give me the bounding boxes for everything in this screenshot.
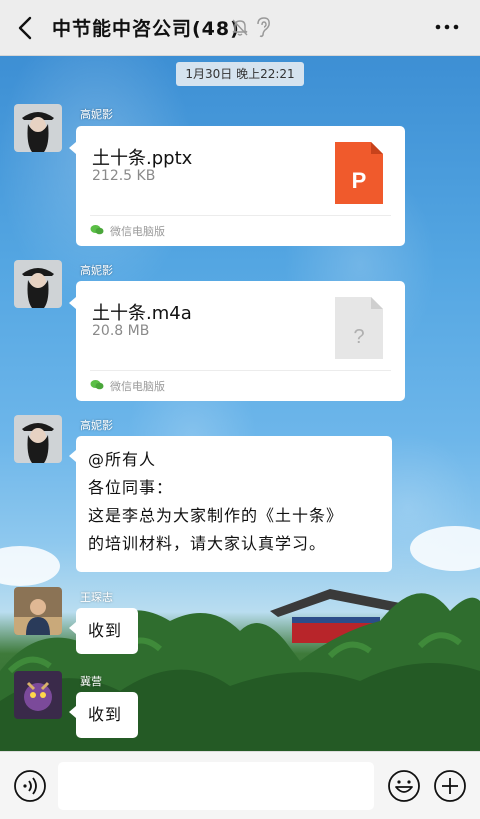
text-message-bubble[interactable]: 收到 — [69, 692, 138, 738]
sender-avatar[interactable] — [14, 104, 62, 152]
file-size: 20.8 MB — [92, 323, 150, 339]
message-input[interactable] — [58, 762, 374, 810]
sender-name: 高妮影 — [80, 264, 113, 277]
powerpoint-file-icon: P — [335, 142, 383, 204]
bell-muted-icon — [232, 19, 248, 36]
message-text: 收到 — [88, 621, 123, 640]
emoji-icon[interactable] — [387, 769, 421, 803]
wechat-icon — [90, 380, 104, 390]
divider — [90, 215, 391, 216]
file-name: 土十条.m4a — [92, 303, 192, 324]
sender-avatar[interactable] — [14, 671, 62, 719]
voice-icon[interactable] — [13, 769, 47, 803]
avatar-image — [14, 415, 62, 463]
plus-icon[interactable] — [433, 769, 467, 803]
message-text: @所有人 各位同事： 这是李总为大家制作的《土十条》 的培训材料，请大家认真学习… — [88, 450, 344, 553]
chat-title: 中节能中咨公司(48) — [52, 18, 240, 40]
wechat-icon — [90, 225, 104, 235]
avatar-image — [14, 587, 62, 635]
message-text: 收到 — [88, 705, 123, 724]
sender-name: 冀营 — [80, 675, 102, 688]
file-message-card[interactable]: 土十条.pptx 212.5 KB P 微信电脑版 — [69, 126, 405, 246]
text-message-bubble[interactable]: @所有人 各位同事： 这是李总为大家制作的《土十条》 的培训材料，请大家认真学习… — [69, 436, 392, 572]
file-name: 土十条.pptx — [92, 148, 193, 169]
text-message-bubble[interactable]: 收到 — [69, 608, 138, 654]
file-message-card[interactable]: 土十条.m4a 20.8 MB ? 微信电脑版 — [69, 281, 405, 401]
sender-avatar[interactable] — [14, 587, 62, 635]
chevron-left-icon[interactable] — [14, 14, 38, 42]
svg-text:?: ? — [353, 326, 364, 348]
more-dots-icon[interactable] — [434, 16, 460, 38]
message-timestamp: 1月30日 晚上22:21 — [176, 62, 304, 86]
sender-name: 高妮影 — [80, 419, 113, 432]
file-source: 微信电脑版 — [110, 225, 165, 238]
input-bar — [0, 751, 480, 819]
chat-header: 中节能中咨公司(48) — [0, 0, 480, 56]
file-size: 212.5 KB — [92, 168, 156, 184]
file-source: 微信电脑版 — [110, 380, 165, 393]
avatar-image — [14, 260, 62, 308]
chat-area[interactable]: 1月30日 晚上22:21 高妮影 土十条.pptx 212.5 KB P 微信… — [0, 56, 480, 751]
earpiece-icon — [257, 17, 270, 38]
svg-text:P: P — [352, 168, 367, 193]
sender-name: 高妮影 — [80, 108, 113, 121]
sender-name: 王琛志 — [80, 591, 113, 604]
avatar-image — [14, 671, 62, 719]
sender-avatar[interactable] — [14, 415, 62, 463]
divider — [90, 370, 391, 371]
avatar-image — [14, 104, 62, 152]
sender-avatar[interactable] — [14, 260, 62, 308]
unknown-file-icon: ? — [335, 297, 383, 359]
wallpaper-trees — [0, 589, 480, 751]
